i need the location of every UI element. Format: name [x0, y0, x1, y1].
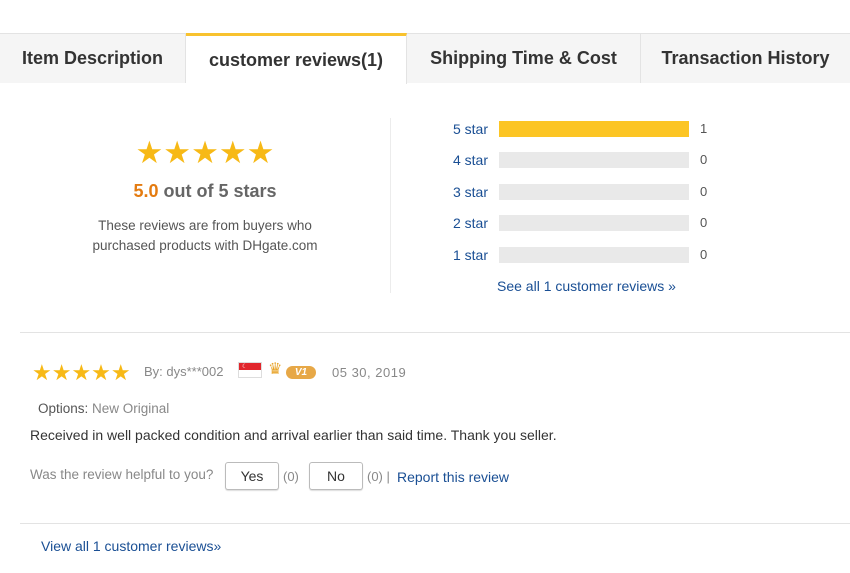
histogram-count-1-star: 0 [700, 247, 708, 262]
histogram-bar-4-star [499, 152, 689, 168]
singapore-flag-icon: ☾ [238, 362, 262, 378]
view-all-reviews-link[interactable]: View all 1 customer reviews» [41, 538, 221, 554]
helpful-no-count: (0) | [367, 469, 390, 484]
buyers-note-line1: These reviews are from buyers who [98, 218, 312, 233]
histogram-bar-1-star [499, 247, 689, 263]
helpful-yes-button[interactable]: Yes [225, 462, 279, 490]
rating-summary: ★★★★★ 5.0 out of 5 stars These reviews a… [70, 135, 340, 256]
tab-customer-reviews[interactable]: customer reviews(1) [186, 33, 407, 84]
histogram-fill-5-star [499, 121, 689, 137]
crown-icon: ♛ [268, 361, 283, 378]
histogram-label-5-star[interactable]: 5 star [440, 120, 488, 138]
histogram-label-3-star[interactable]: 3 star [440, 183, 488, 201]
buyers-note: These reviews are from buyers who purcha… [70, 216, 340, 256]
review-divider [20, 523, 850, 524]
options-label: Options: [38, 401, 89, 416]
histogram-row-3: 3 star 0 [440, 183, 740, 201]
helpful-question: Was the review helpful to you? [30, 467, 214, 482]
tab-item-description[interactable]: Item Description [0, 33, 186, 83]
histogram-row-4: 4 star 0 [440, 151, 740, 169]
review-date: 05 30, 2019 [332, 365, 407, 380]
tab-shipping-time-cost[interactable]: Shipping Time & Cost [407, 33, 641, 83]
summary-divider [390, 118, 391, 293]
histogram-label-2-star[interactable]: 2 star [440, 214, 488, 232]
histogram-count-2-star: 0 [700, 215, 708, 230]
histogram-bar-5-star [499, 121, 689, 137]
helpful-yes-count: (0) [283, 469, 299, 484]
vip-badge-icon: ♛ V1 [268, 362, 318, 380]
histogram-count-3-star: 0 [700, 184, 708, 199]
report-review-link[interactable]: Report this review [397, 469, 509, 485]
review-stars-icon: ★★★★★ [32, 360, 131, 385]
histogram-bar-2-star [499, 215, 689, 231]
review-options: Options: New Original [38, 401, 169, 416]
average-rating-stars-icon: ★★★★★ [135, 135, 275, 170]
histogram-row-1: 1 star 0 [440, 246, 740, 264]
reviewer-name: By: dys***002 [144, 364, 224, 379]
average-rating-text: 5.0 out of 5 stars [70, 181, 340, 202]
vip-level: V1 [286, 366, 316, 379]
tab-transaction-history[interactable]: Transaction History [641, 33, 850, 83]
histogram-count-4-star: 0 [700, 152, 708, 167]
helpful-no-button[interactable]: No [309, 462, 363, 490]
tab-bar: Item Description customer reviews(1) Shi… [0, 33, 850, 84]
review-text: Received in well packed condition and ar… [30, 427, 557, 443]
histogram-row-2: 2 star 0 [440, 214, 740, 232]
options-value: New Original [88, 401, 170, 416]
histogram-count-5-star: 1 [700, 121, 708, 136]
section-divider [20, 332, 850, 333]
see-all-reviews-link[interactable]: See all 1 customer reviews » [497, 278, 676, 294]
histogram-label-1-star[interactable]: 1 star [440, 246, 488, 264]
average-rating-value: 5.0 [133, 181, 159, 201]
out-of-label: out of 5 stars [158, 181, 277, 201]
histogram-bar-3-star [499, 184, 689, 200]
histogram-label-4-star[interactable]: 4 star [440, 151, 488, 169]
buyers-note-line2: purchased products with DHgate.com [92, 238, 318, 253]
histogram-row-5: 5 star 1 [440, 120, 740, 138]
